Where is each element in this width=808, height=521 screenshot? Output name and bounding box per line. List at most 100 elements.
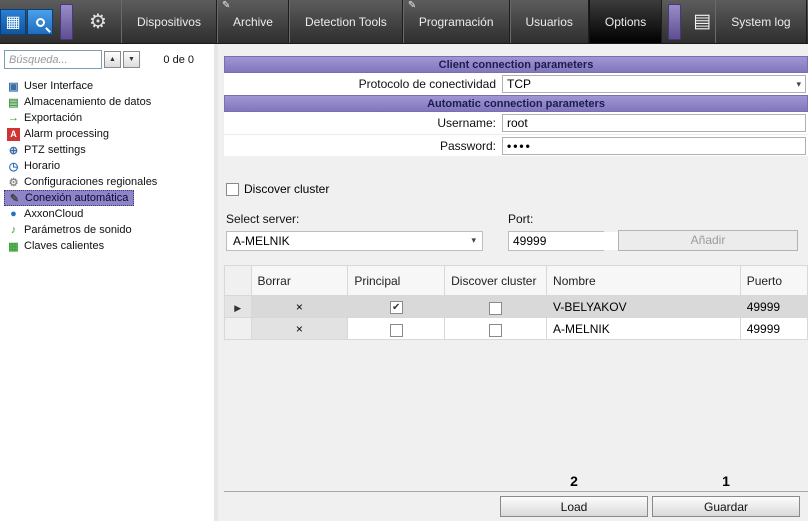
discover-cluster-checkbox[interactable] <box>226 183 239 196</box>
doc-glyph: ▤ <box>693 10 711 33</box>
discover-checkbox[interactable] <box>489 324 502 337</box>
check-mark-icon: ✔ <box>392 302 400 313</box>
apps-grid-glyph: ▦ <box>5 12 20 32</box>
down-arrow-icon: ▼ <box>128 56 135 63</box>
port-label: Port: <box>508 212 533 226</box>
section-header-client-connection: Client connection parameters <box>224 56 808 73</box>
discover-cluster-label: Discover cluster <box>244 182 329 196</box>
tab-programacion[interactable]: ✎Programación <box>403 0 510 43</box>
cluster-config-area: Discover cluster Select server: Port: A-… <box>224 156 808 251</box>
tab-system-log[interactable]: System log <box>715 0 806 43</box>
edit-pencil-icon: ✎ <box>408 0 416 11</box>
wrench-icon: ⚙ <box>6 176 21 189</box>
username-row: Username: <box>224 112 808 134</box>
password-row: Password: <box>224 134 808 156</box>
tab-options[interactable]: Options <box>589 0 662 43</box>
step-number-guardar: 1 <box>652 473 800 491</box>
header-puerto: Puerto <box>740 266 807 296</box>
delete-x-icon[interactable]: × <box>296 322 303 336</box>
toolbar-purple-divider <box>60 4 73 40</box>
search-icon[interactable] <box>27 9 53 35</box>
sidebar-item-claves-calientes[interactable]: ▦Claves calientes <box>4 238 109 254</box>
search-prev-button[interactable]: ▲ <box>104 51 121 68</box>
tree-item-label: Parámetros de sonido <box>24 224 132 236</box>
sidebar-item-ptz-settings[interactable]: ⊕PTZ settings <box>4 142 91 158</box>
row-marker-header <box>225 266 252 296</box>
select-server-label: Select server: <box>226 212 508 226</box>
system-log-icon[interactable]: ▤ <box>693 0 711 43</box>
delete-x-icon[interactable]: × <box>296 300 303 314</box>
tab-label: Archive <box>233 15 273 29</box>
tab-detection-tools[interactable]: Detection Tools <box>289 0 403 43</box>
delete-server-cell[interactable]: × <box>251 318 348 340</box>
sidebar-item-user-interface[interactable]: ▣User Interface <box>4 78 98 94</box>
table-row[interactable]: ▶ × ✔ V-BELYAKOV 49999 <box>225 296 808 318</box>
save-button[interactable]: Guardar <box>652 496 800 517</box>
delete-server-cell[interactable]: × <box>251 296 348 318</box>
storage-icon: ▤ <box>6 96 21 109</box>
tree-item-label: AxxonCloud <box>24 208 83 220</box>
puerto-cell: 49999 <box>740 296 807 318</box>
tab-dispositivos[interactable]: Dispositivos <box>121 0 217 43</box>
tab-archive[interactable]: ✎Archive <box>217 0 289 43</box>
server-dropdown[interactable]: A-MELNIK ▾ <box>226 231 483 251</box>
settings-tree: ▣User Interface ▤Almacenamiento de datos… <box>0 72 214 254</box>
tree-item-label: Horario <box>24 160 60 172</box>
bottom-button-bar: Load Guardar <box>224 491 808 521</box>
cloud-icon: ● <box>6 208 21 220</box>
search-result-count: 0 de 0 <box>163 54 208 66</box>
gear-glyph: ⚙ <box>89 9 107 34</box>
tree-search-row: ▲ ▼ 0 de 0 <box>0 49 214 72</box>
username-field[interactable] <box>502 114 806 132</box>
add-server-button[interactable]: Añadir <box>618 230 798 251</box>
search-next-button[interactable]: ▼ <box>123 51 140 68</box>
search-input[interactable] <box>4 50 102 69</box>
edit-pencil-icon: ✎ <box>222 0 230 11</box>
principal-cell <box>348 318 445 340</box>
sidebar-item-axxoncloud[interactable]: ●AxxonCloud <box>4 206 88 222</box>
protocol-dropdown[interactable]: TCP ▾ <box>502 75 806 93</box>
alarm-icon: A <box>7 128 20 141</box>
table-row[interactable]: × A-MELNIK 49999 <box>225 318 808 340</box>
keyboard-icon: ▦ <box>6 240 21 253</box>
sidebar-item-config-regionales[interactable]: ⚙Configuraciones regionales <box>4 174 162 190</box>
tab-label: Options <box>605 15 646 29</box>
password-field[interactable] <box>502 137 806 155</box>
tab-label: Usuarios <box>526 15 573 29</box>
monitor-icon: ▣ <box>6 80 21 93</box>
discover-cell <box>445 318 547 340</box>
tree-item-label: Conexión automática <box>25 192 128 204</box>
tree-item-label: User Interface <box>24 80 93 92</box>
principal-checkbox[interactable]: ✔ <box>390 301 403 314</box>
discover-checkbox[interactable] <box>489 302 502 315</box>
discover-cell <box>445 296 547 318</box>
port-spinner[interactable]: ▲ ▼ <box>508 231 604 251</box>
server-value: A-MELNIK <box>233 234 290 248</box>
sidebar-item-conexion-automatica[interactable]: ✎Conexión automática <box>4 190 134 206</box>
tab-label: System log <box>731 15 790 29</box>
load-button[interactable]: Load <box>500 496 648 517</box>
tree-item-label: Almacenamiento de datos <box>24 96 151 108</box>
principal-cell: ✔ <box>348 296 445 318</box>
sidebar-item-horario[interactable]: ◷Horario <box>4 158 65 174</box>
nombre-cell: A-MELNIK <box>547 318 741 340</box>
principal-checkbox[interactable] <box>390 324 403 337</box>
sidebar-item-parametros-sonido[interactable]: ♪Parámetros de sonido <box>4 222 137 238</box>
header-discover-cluster: Discover cluster <box>445 266 547 296</box>
sidebar-item-alarm-processing[interactable]: AAlarm processing <box>4 126 114 142</box>
header-nombre: Nombre <box>547 266 741 296</box>
chevron-down-icon: ▾ <box>796 79 801 90</box>
empty-area <box>224 340 808 473</box>
protocol-row: Protocolo de conectividad TCP ▾ <box>224 73 808 95</box>
puerto-cell: 49999 <box>740 318 807 340</box>
sidebar-item-exportacion[interactable]: →Exportación <box>4 110 87 126</box>
header-borrar: Borrar <box>251 266 348 296</box>
row-marker-icon: ▶ <box>234 303 241 313</box>
apps-grid-icon[interactable]: ▦ <box>0 9 26 35</box>
tab-usuarios[interactable]: Usuarios <box>510 0 589 43</box>
gear-icon[interactable]: ⚙ <box>89 0 107 43</box>
servers-table: Borrar Principal Discover cluster Nombre… <box>224 265 808 340</box>
nombre-cell: V-BELYAKOV <box>547 296 741 318</box>
sidebar-item-almacenamiento[interactable]: ▤Almacenamiento de datos <box>4 94 156 110</box>
table-header-row: Borrar Principal Discover cluster Nombre… <box>225 266 808 296</box>
